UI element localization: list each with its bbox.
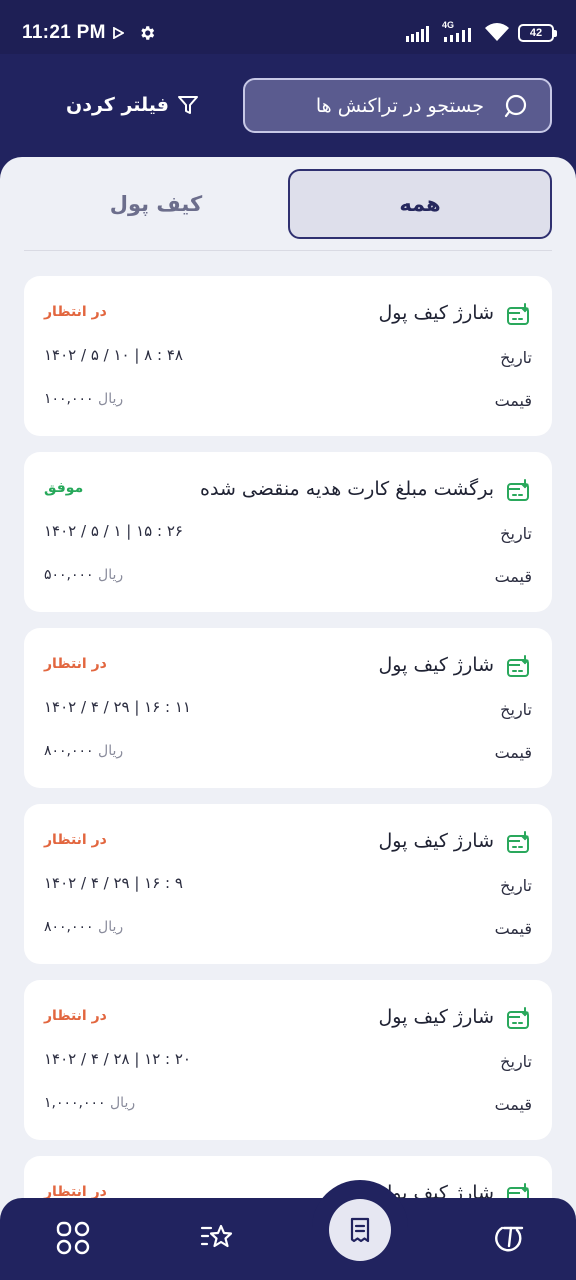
transaction-amount: ریال ۱,۰۰۰,۰۰۰	[44, 1095, 135, 1111]
transaction-status: در انتظار	[44, 1008, 107, 1024]
wallet-charge-icon	[506, 655, 532, 683]
wallet-charge-icon	[506, 303, 532, 331]
tab-bar: کیف پول همه	[24, 169, 552, 239]
wallet-charge-icon	[506, 831, 532, 859]
signal-icon	[406, 26, 429, 42]
wifi-icon	[485, 23, 509, 41]
transaction-title: شارژ کیف پول	[378, 654, 495, 676]
amount-value: ۱۰۰,۰۰۰	[44, 391, 94, 407]
transaction-title: برگشت مبلغ کارت هدیه منقضی شده	[200, 478, 494, 500]
transactions-panel: کیف پول همه شارژ کیف پول در انتظار تاریخ ۱۴…	[0, 157, 576, 1280]
signal-4g-icon	[444, 28, 471, 42]
filter-label: فیلتر کردن	[66, 94, 169, 116]
favorites-list-icon	[200, 1224, 233, 1248]
date-label: تاریخ	[500, 700, 532, 719]
transaction-title: شارژ کیف پول	[378, 1006, 495, 1028]
amount-value: ۸۰۰,۰۰۰	[44, 743, 94, 759]
price-label: قیمت	[494, 743, 532, 762]
transaction-title: شارژ کیف پول	[378, 830, 495, 852]
nav-dashboard-button[interactable]	[53, 1218, 93, 1258]
currency-unit: ریال	[110, 1095, 136, 1111]
divider	[24, 250, 552, 251]
loyalty-icon	[495, 1226, 524, 1252]
receipt-icon	[350, 1217, 370, 1243]
filter-button[interactable]: فیلتر کردن	[66, 94, 199, 116]
transaction-date: ۱۴۰۲ / ۵ / ۱ | ۱۵ : ۲۶	[44, 522, 183, 540]
amount-value: ۱,۰۰۰,۰۰۰	[44, 1095, 106, 1111]
currency-unit: ریال	[98, 567, 124, 583]
price-label: قیمت	[494, 1095, 532, 1114]
transaction-amount: ریال ۱۰۰,۰۰۰	[44, 391, 123, 407]
wallet-charge-icon	[506, 1007, 532, 1035]
transaction-card[interactable]: برگشت مبلغ کارت هدیه منقضی شده موفق تاریخ ۱…	[24, 452, 552, 612]
nav-favorites-button[interactable]	[197, 1218, 237, 1258]
transaction-date: ۱۴۰۲ / ۵ / ۱۰ | ۸ : ۴۸	[44, 346, 183, 364]
search-input[interactable]: جستجو در تراکنش ها	[243, 78, 552, 133]
currency-unit: ریال	[98, 919, 124, 935]
transaction-card[interactable]: شارژ کیف پول در انتظار تاریخ ۱۴۰۲ / ۴ / ۲۹ …	[24, 804, 552, 964]
battery-indicator: 42	[518, 24, 557, 42]
transaction-status: در انتظار	[44, 832, 107, 848]
transaction-amount: ریال ۸۰۰,۰۰۰	[44, 919, 123, 935]
transaction-status: موفق	[44, 480, 84, 496]
transaction-status: در انتظار	[44, 656, 107, 672]
search-icon	[504, 94, 527, 117]
currency-unit: ریال	[98, 743, 124, 759]
transaction-amount: ریال ۵۰۰,۰۰۰	[44, 567, 123, 583]
play-store-icon	[113, 27, 124, 39]
dashboard-grid-icon	[56, 1221, 90, 1255]
nav-loyalty-button[interactable]	[488, 1218, 528, 1258]
transaction-date: ۱۴۰۲ / ۴ / ۲۹ | ۱۶ : ۹	[44, 874, 183, 892]
tab-all[interactable]: همه	[288, 169, 552, 239]
wallet-charge-icon	[506, 479, 532, 507]
transaction-card[interactable]: شارژ کیف پول در انتظار تاریخ ۱۴۰۲ / ۴ / ۲۹ …	[24, 628, 552, 788]
date-label: تاریخ	[500, 524, 532, 543]
date-label: تاریخ	[500, 1052, 532, 1071]
price-label: قیمت	[494, 919, 532, 938]
currency-unit: ریال	[98, 391, 124, 407]
transaction-amount: ریال ۸۰۰,۰۰۰	[44, 743, 123, 759]
price-label: قیمت	[494, 567, 532, 586]
price-label: قیمت	[494, 391, 532, 410]
status-time: 11:21 PM	[22, 22, 106, 43]
date-label: تاریخ	[500, 348, 532, 367]
transaction-card[interactable]: شارژ کیف پول در انتظار تاریخ ۱۴۰۲ / ۴ / ۲۸ …	[24, 980, 552, 1140]
transaction-date: ۱۴۰۲ / ۴ / ۲۹ | ۱۶ : ۱۱	[44, 698, 191, 716]
tab-wallet[interactable]: کیف پول	[24, 169, 288, 239]
status-bar: 11:21 PM 4G 42	[0, 0, 576, 54]
filter-icon	[177, 96, 198, 114]
settings-gear-icon	[141, 26, 155, 40]
amount-value: ۸۰۰,۰۰۰	[44, 919, 94, 935]
amount-value: ۵۰۰,۰۰۰	[44, 567, 94, 583]
date-label: تاریخ	[500, 876, 532, 895]
transaction-date: ۱۴۰۲ / ۴ / ۲۸ | ۱۲ : ۲۰	[44, 1050, 191, 1068]
header: جستجو در تراکنش ها فیلتر کردن	[0, 54, 576, 164]
nav-receipt-button[interactable]	[329, 1199, 391, 1261]
search-placeholder: جستجو در تراکنش ها	[315, 94, 484, 117]
transaction-title: شارژ کیف پول	[378, 302, 495, 324]
transaction-card[interactable]: شارژ کیف پول در انتظار تاریخ ۱۴۰۲ / ۵ / ۱۰ …	[24, 276, 552, 436]
transaction-status: در انتظار	[44, 304, 107, 320]
